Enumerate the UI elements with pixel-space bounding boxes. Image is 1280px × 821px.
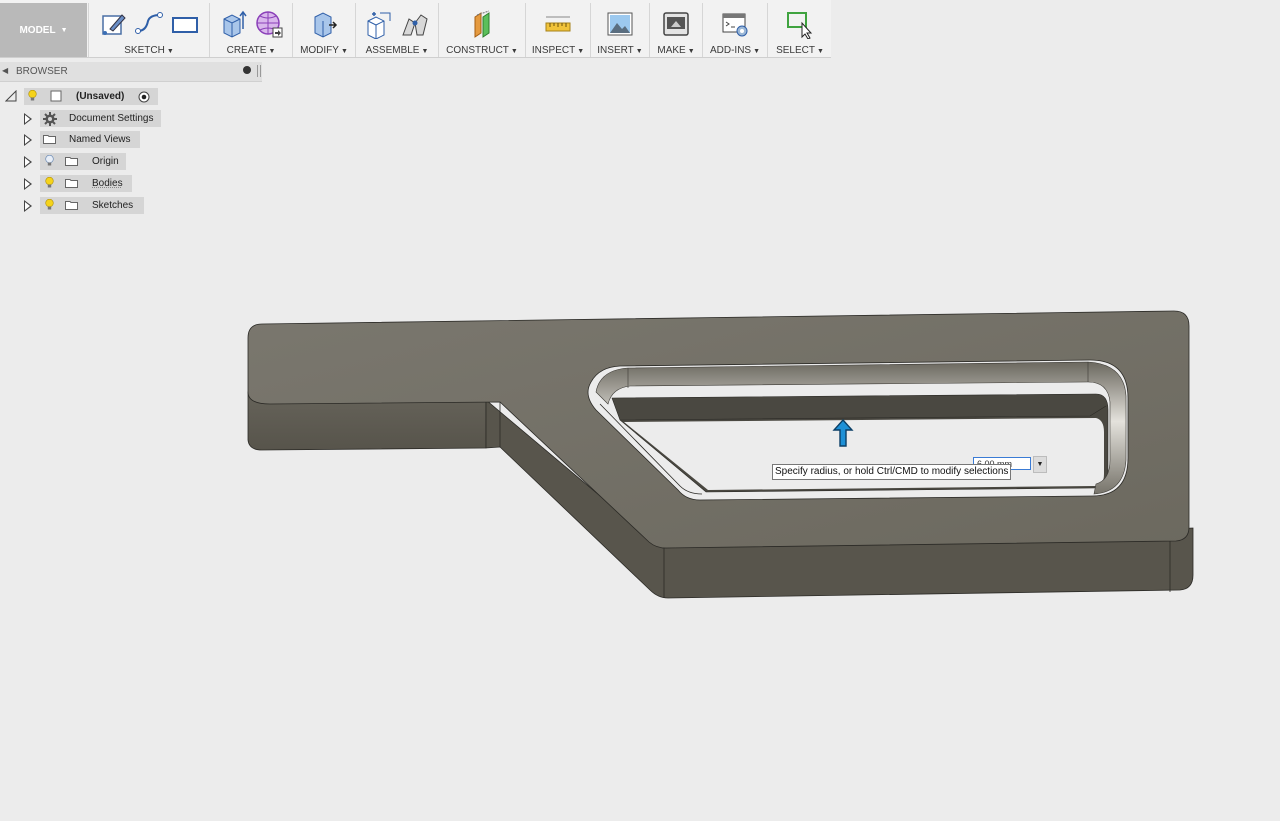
slot-floor [624,418,1104,490]
part-model[interactable] [0,0,1280,821]
viewport: ▼ Specify radius, or hold Ctrl/CMD to mo… [0,0,1280,821]
